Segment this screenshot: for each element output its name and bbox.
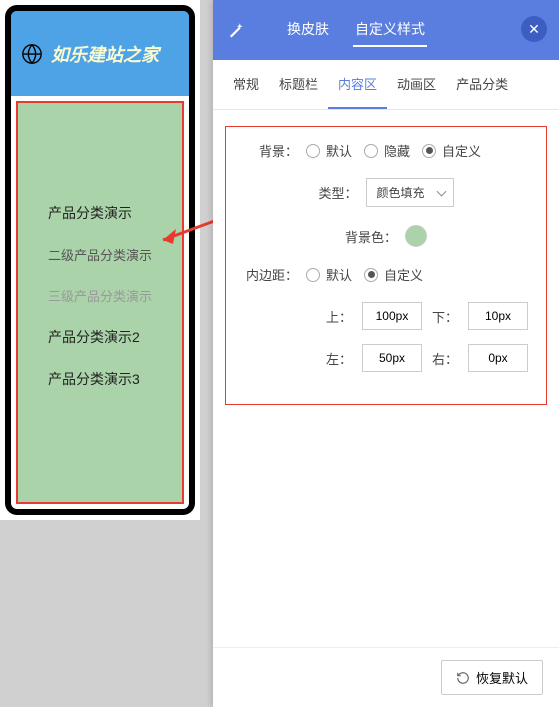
radio-bg-custom[interactable]	[422, 144, 436, 158]
subtab-product-cat[interactable]: 产品分类	[446, 60, 518, 109]
bgcolor-swatch[interactable]	[405, 225, 427, 247]
form-box: 背景： 默认 隐藏 自定义 类型： 颜色填充 背景色：	[225, 126, 547, 405]
panel-header: 换皮肤 自定义样式 ✕	[213, 0, 559, 60]
pad-left-input[interactable]	[362, 344, 422, 372]
padding-row: 内边距： 默认 自定义	[238, 265, 534, 284]
type-label: 类型：	[318, 183, 357, 202]
pad-top-input[interactable]	[362, 302, 422, 330]
close-icon: ✕	[528, 21, 540, 38]
list-item[interactable]: 产品分类演示2	[48, 327, 182, 347]
subtab-titlebar[interactable]: 标题栏	[269, 60, 328, 109]
pad-bottom-input[interactable]	[468, 302, 528, 330]
close-button[interactable]: ✕	[521, 16, 547, 42]
subtab-animation[interactable]: 动画区	[387, 60, 446, 109]
subtab-general[interactable]: 常规	[223, 60, 269, 109]
site-title: 如乐建站之家	[51, 41, 159, 67]
type-row: 类型： 颜色填充	[238, 178, 534, 207]
background-radio-group: 默认 隐藏 自定义	[306, 141, 489, 160]
subtabs: 常规 标题栏 内容区 动画区 产品分类	[213, 60, 559, 110]
padding-radio-group: 默认 自定义	[306, 265, 431, 284]
style-panel: 换皮肤 自定义样式 ✕ 常规 标题栏 内容区 动画区 产品分类 背景： 默认 隐…	[213, 0, 559, 707]
radio-pad-custom[interactable]	[364, 268, 378, 282]
tab-skin[interactable]: 换皮肤	[285, 13, 331, 47]
type-select-value: 颜色填充	[377, 186, 425, 200]
reset-button-label: 恢复默认	[476, 668, 528, 687]
radio-pad-custom-label: 自定义	[384, 265, 423, 284]
panel-footer: 恢复默认	[213, 647, 559, 707]
pad-right-label: 右：	[432, 349, 458, 368]
globe-icon	[21, 43, 43, 65]
list-item[interactable]: 二级产品分类演示	[48, 245, 182, 264]
radio-bg-default-label: 默认	[326, 141, 352, 160]
list-item[interactable]: 产品分类演示3	[48, 369, 182, 389]
background-row: 背景： 默认 隐藏 自定义	[238, 141, 534, 160]
list-item[interactable]: 三级产品分类演示	[48, 286, 182, 305]
preview-area: 如乐建站之家 产品分类演示 二级产品分类演示 三级产品分类演示 产品分类演示2 …	[0, 0, 200, 520]
padding-left-right: 左： 右：	[238, 344, 534, 372]
radio-bg-custom-label: 自定义	[442, 141, 481, 160]
radio-bg-hidden[interactable]	[364, 144, 378, 158]
preview-body: 产品分类演示 二级产品分类演示 三级产品分类演示 产品分类演示2 产品分类演示3	[11, 96, 189, 509]
radio-bg-default[interactable]	[306, 144, 320, 158]
pad-bottom-label: 下：	[432, 307, 458, 326]
form-area: 背景： 默认 隐藏 自定义 类型： 颜色填充 背景色：	[213, 110, 559, 647]
padding-label: 内边距：	[238, 265, 298, 284]
undo-icon	[456, 671, 470, 685]
list-item[interactable]: 产品分类演示	[48, 203, 182, 223]
reset-button[interactable]: 恢复默认	[441, 660, 543, 695]
type-select[interactable]: 颜色填充	[366, 178, 454, 207]
background-label: 背景：	[238, 141, 298, 160]
bgcolor-row: 背景色：	[238, 225, 534, 247]
pad-left-label: 左：	[326, 349, 352, 368]
subtab-content[interactable]: 内容区	[328, 60, 387, 109]
content-box: 产品分类演示 二级产品分类演示 三级产品分类演示 产品分类演示2 产品分类演示3	[16, 101, 184, 504]
padding-top-bottom: 上： 下：	[238, 302, 534, 330]
bgcolor-label: 背景色：	[345, 227, 397, 246]
preview-frame: 如乐建站之家 产品分类演示 二级产品分类演示 三级产品分类演示 产品分类演示2 …	[5, 5, 195, 515]
top-tabs: 换皮肤 自定义样式	[285, 13, 427, 47]
radio-pad-default-label: 默认	[326, 265, 352, 284]
tab-custom-style[interactable]: 自定义样式	[353, 13, 427, 47]
preview-header: 如乐建站之家	[11, 11, 189, 96]
pad-top-label: 上：	[326, 307, 352, 326]
radio-pad-default[interactable]	[306, 268, 320, 282]
magic-wand-icon	[227, 21, 245, 39]
radio-bg-hidden-label: 隐藏	[384, 141, 410, 160]
pad-right-input[interactable]	[468, 344, 528, 372]
